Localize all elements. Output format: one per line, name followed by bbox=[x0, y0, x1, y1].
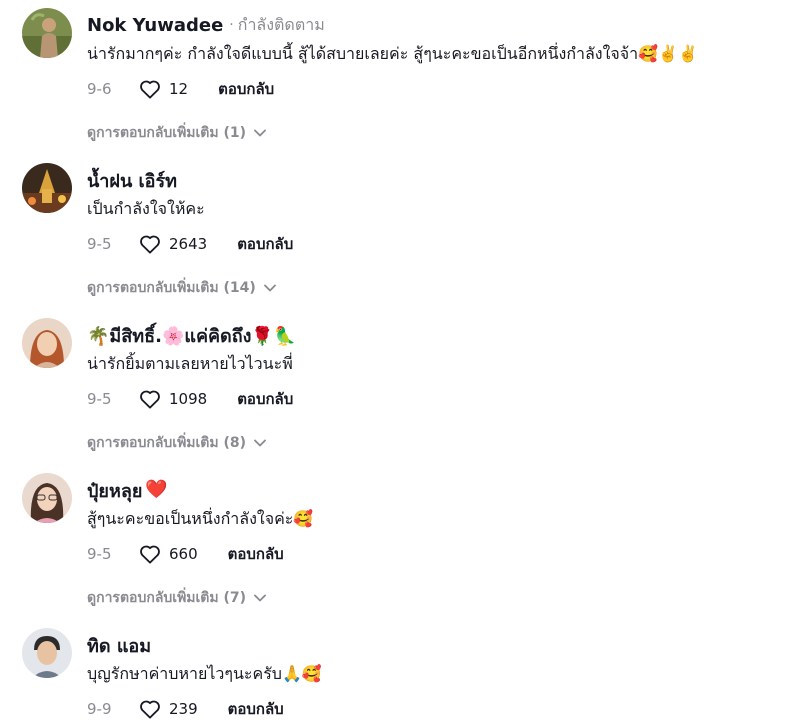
view-more-replies-label: ดูการตอบกลับเพิ่มเติม (7) bbox=[87, 590, 247, 606]
comment-date: 9-9 bbox=[87, 700, 112, 718]
comment-header: ปุ๋ยหลุย ❤️ bbox=[87, 477, 168, 503]
heart-outline-icon bbox=[140, 235, 160, 254]
avatar[interactable] bbox=[22, 163, 72, 213]
chevron-down-icon bbox=[263, 284, 276, 292]
comment-header: Nok Yuwadee · กำลังติดตาม bbox=[87, 12, 325, 38]
avatar[interactable] bbox=[22, 318, 72, 368]
comment-date: 9-5 bbox=[87, 545, 112, 563]
like-count: 660 bbox=[169, 545, 198, 563]
follow-status-label: กำลังติดตาม bbox=[237, 14, 325, 34]
username[interactable]: น้ำฝน เอิร์ท bbox=[87, 166, 177, 195]
chevron-down-icon bbox=[254, 439, 266, 447]
username[interactable]: ปุ๋ยหลุย bbox=[87, 476, 142, 505]
comment-meta: 9-5 1098 ตอบกลับ bbox=[87, 387, 293, 411]
comment-date: 9-6 bbox=[87, 80, 112, 98]
comment-item: Nok Yuwadee · กำลังติดตาม น่ารักมากๆค่ะ … bbox=[0, 0, 800, 155]
comment-text: บุญรักษาค่าบหายไวๆนะครับ🙏🥰 bbox=[87, 664, 322, 683]
like-button[interactable]: 1098 bbox=[139, 389, 207, 409]
view-more-replies[interactable]: ดูการตอบกลับเพิ่มเติม (7) bbox=[87, 587, 266, 609]
comment-meta: 9-6 12 ตอบกลับ bbox=[87, 77, 274, 101]
comment-item: ทิด แอม บุญรักษาค่าบหายไวๆนะครับ🙏🥰 9-9 2… bbox=[0, 620, 800, 726]
view-more-replies-label: ดูการตอบกลับเพิ่มเติม (14) bbox=[87, 280, 256, 296]
avatar-image bbox=[22, 473, 72, 523]
avatar-image bbox=[22, 628, 72, 678]
like-button[interactable]: 239 bbox=[139, 699, 198, 719]
like-button[interactable]: 660 bbox=[139, 544, 198, 564]
like-count: 1098 bbox=[169, 390, 208, 408]
like-button[interactable]: 12 bbox=[139, 79, 188, 99]
avatar-image bbox=[22, 8, 72, 58]
avatar-image bbox=[22, 318, 72, 368]
comment-date: 9-5 bbox=[87, 235, 112, 253]
chevron-down-icon bbox=[254, 594, 266, 602]
avatar-image bbox=[22, 163, 72, 213]
view-more-replies[interactable]: ดูการตอบกลับเพิ่มเติม (14) bbox=[87, 277, 276, 299]
reply-button[interactable]: ตอบกลับ bbox=[237, 387, 293, 411]
comment-meta: 9-5 2643 ตอบกลับ bbox=[87, 232, 293, 256]
comment-text: น่ารักมากๆค่ะ กำลังใจดีแบบนี้ สู้ได้สบาย… bbox=[87, 44, 698, 63]
comment-header: ทิด แอม bbox=[87, 632, 151, 658]
heart-outline-icon bbox=[140, 700, 160, 719]
like-count: 12 bbox=[169, 80, 189, 98]
heart-outline-icon bbox=[140, 80, 160, 99]
view-more-replies[interactable]: ดูการตอบกลับเพิ่มเติม (8) bbox=[87, 432, 266, 454]
like-count: 2643 bbox=[169, 235, 208, 253]
comment-meta: 9-5 660 ตอบกลับ bbox=[87, 542, 284, 566]
like-count: 239 bbox=[169, 700, 198, 718]
heart-outline-icon bbox=[140, 390, 160, 409]
separator-dot: · bbox=[229, 17, 234, 33]
comment-text: น่ารักยิ้มตามเลยหายไวไวนะพี่ bbox=[87, 354, 293, 373]
view-more-replies-label: ดูการตอบกลับเพิ่มเติม (8) bbox=[87, 435, 247, 451]
comment-text: สู้ๆนะคะขอเป็นหนึ่งกำลังใจค่ะ🥰 bbox=[87, 509, 314, 528]
username[interactable]: Nok Yuwadee bbox=[87, 15, 223, 36]
comment-header: น้ำฝน เอิร์ท bbox=[87, 167, 177, 193]
comment-item: 🌴มีสิทธิ์.🌸แค่คิดถึง🌹🦜 น่ารักยิ้มตามเลยห… bbox=[0, 310, 800, 465]
view-more-replies-label: ดูการตอบกลับเพิ่มเติม (1) bbox=[87, 125, 247, 141]
comment-text: เป็นกำลังใจให้คะ bbox=[87, 199, 205, 218]
comment-meta: 9-9 239 ตอบกลับ bbox=[87, 697, 284, 721]
comment-item: น้ำฝน เอิร์ท เป็นกำลังใจให้คะ 9-5 2643 ต… bbox=[0, 155, 800, 310]
view-more-replies[interactable]: ดูการตอบกลับเพิ่มเติม (1) bbox=[87, 122, 266, 144]
username[interactable]: ทิด แอม bbox=[87, 631, 151, 660]
reply-button[interactable]: ตอบกลับ bbox=[228, 542, 284, 566]
comment-date: 9-5 bbox=[87, 390, 112, 408]
reply-button[interactable]: ตอบกลับ bbox=[218, 77, 274, 101]
reply-button[interactable]: ตอบกลับ bbox=[237, 232, 293, 256]
reply-button[interactable]: ตอบกลับ bbox=[228, 697, 284, 721]
avatar[interactable] bbox=[22, 628, 72, 678]
like-button[interactable]: 2643 bbox=[139, 234, 207, 254]
avatar[interactable] bbox=[22, 8, 72, 58]
username[interactable]: 🌴มีสิทธิ์.🌸แค่คิดถึง🌹🦜 bbox=[87, 321, 296, 350]
heart-outline-icon bbox=[140, 545, 160, 564]
comment-item: ปุ๋ยหลุย ❤️ สู้ๆนะคะขอเป็นหนึ่งกำลังใจค่… bbox=[0, 465, 800, 620]
heart-emoji-icon: ❤️ bbox=[145, 479, 168, 500]
avatar[interactable] bbox=[22, 473, 72, 523]
comment-header: 🌴มีสิทธิ์.🌸แค่คิดถึง🌹🦜 bbox=[87, 322, 296, 348]
chevron-down-icon bbox=[254, 129, 266, 137]
